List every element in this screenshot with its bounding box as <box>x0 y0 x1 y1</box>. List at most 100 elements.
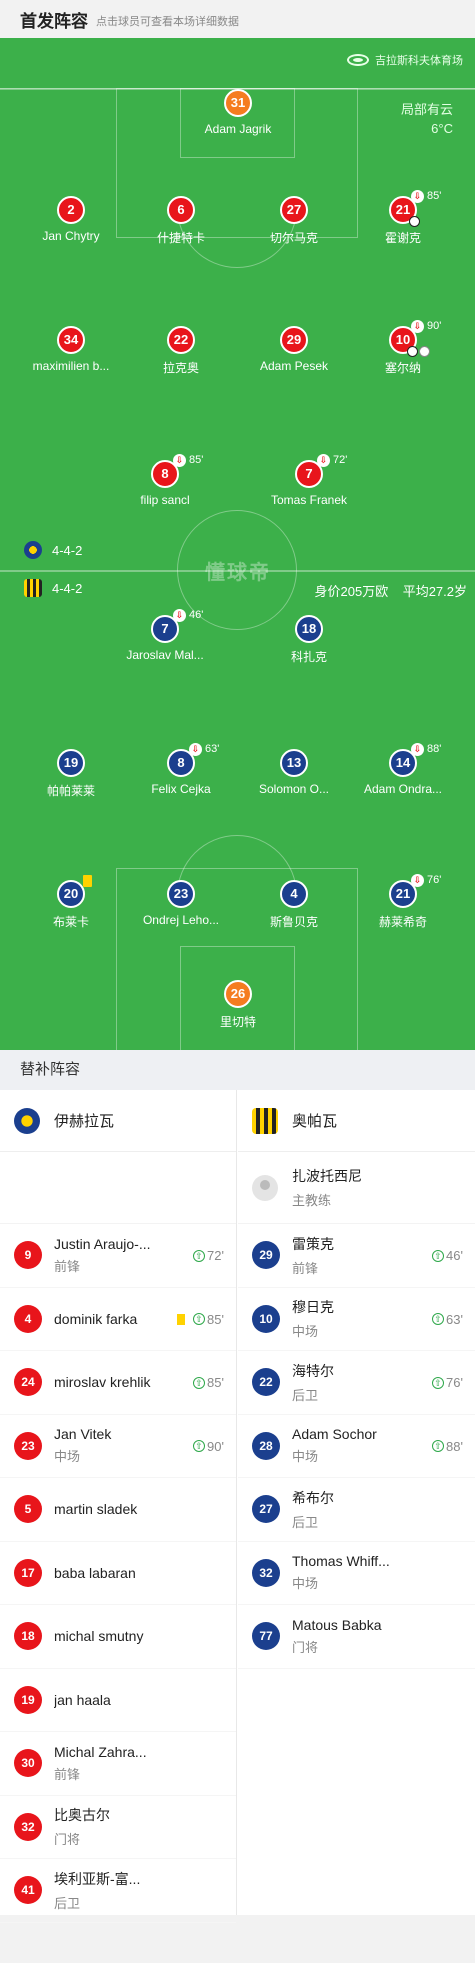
sub-in-time: ⇧ 63' <box>432 1312 463 1327</box>
sub-position: 前锋 <box>54 1766 81 1782</box>
header-hint: 点击球员可查看本场详细数据 <box>96 15 239 28</box>
sub-in-icon: ⇧ <box>432 1376 445 1389</box>
sub-number: 23 <box>14 1431 42 1460</box>
sub-name: martin sladek <box>54 1501 138 1518</box>
sub-in-time: ⇧ 46' <box>432 1248 463 1263</box>
sub-position: 中场 <box>292 1449 319 1465</box>
away-team-header: 奥帕瓦 <box>238 1090 475 1152</box>
page-header: 首发阵容 点击球员可查看本场详细数据 <box>0 0 475 38</box>
sub-info: 雷策克 前锋 <box>292 1234 402 1277</box>
sub-info: Jan Vitek 中场 <box>54 1426 164 1465</box>
away-player[interactable]: 21 ⇩ 76' 赫莱希奇 <box>338 874 468 930</box>
sub-minute: 85' <box>427 190 442 202</box>
sub-name: Michal Zahra... <box>54 1743 147 1760</box>
sub-name: Adam Sochor <box>292 1426 377 1443</box>
sub-minute: 63' <box>205 743 220 755</box>
away-coach-row[interactable]: 扎波托西尼 主教练 <box>238 1152 475 1224</box>
player-name: 霍谢克 <box>384 231 421 245</box>
sub-number: 10 <box>252 1304 280 1333</box>
player-name: 科扎克 <box>290 650 327 664</box>
away-player[interactable]: 8 ⇩ 63' Felix Cejka <box>116 743 246 796</box>
sub-info: Michal Zahra... 前锋 <box>54 1744 164 1783</box>
sub-player-row[interactable]: 29 雷策克 前锋 ⇧ 46' <box>238 1224 475 1288</box>
sub-player-row[interactable]: 41 埃利亚斯-富... 后卫 <box>0 1859 236 1923</box>
subs-section-title: 替补阵容 <box>0 1050 475 1090</box>
home-team-header: 伊赫拉瓦 <box>0 1090 236 1152</box>
player-number: 29 <box>280 326 308 354</box>
player-number-text: 8 <box>177 755 185 770</box>
player-number-text: 10 <box>395 332 411 347</box>
sub-number: 32 <box>252 1558 280 1587</box>
sub-info: jan haala <box>54 1692 164 1708</box>
coach-info: 扎波托西尼 主教练 <box>292 1166 362 1209</box>
sub-player-row[interactable]: 23 Jan Vitek 中场 ⇧ 90' <box>0 1415 236 1478</box>
goal-ball-icon <box>407 346 418 357</box>
sub-minute: 46' <box>189 609 204 621</box>
sub-number: 18 <box>14 1622 42 1651</box>
player-number-text: 21 <box>395 886 411 901</box>
sub-player-row[interactable]: 30 Michal Zahra... 前锋 <box>0 1732 236 1796</box>
sub-player-row[interactable]: 22 海特尔 后卫 ⇧ 76' <box>238 1351 475 1415</box>
sub-player-row[interactable]: 18 michal smutny <box>0 1605 236 1669</box>
sub-player-row[interactable]: 32 比奥古尔 门将 <box>0 1796 236 1859</box>
sub-out-icon: ⇩ <box>411 874 424 887</box>
sub-player-row[interactable]: 10 穆日克 中场 ⇧ 63' <box>238 1288 475 1351</box>
sub-in-icon: ⇧ <box>193 1313 206 1325</box>
sub-info: 比奥古尔 门将 <box>54 1805 164 1848</box>
player-number: 10 ⇩ 90' <box>389 320 441 357</box>
home-player[interactable]: 22 拉克奥 <box>116 326 246 376</box>
sub-position: 前锋 <box>54 1258 81 1274</box>
player-name: 里切特 <box>219 1015 256 1029</box>
home-player[interactable]: 8 ⇩ 85' filip sancl <box>100 454 230 507</box>
away-formation-row: 4-4-2 <box>24 579 82 597</box>
sub-player-row[interactable]: 28 Adam Sochor 中场 ⇧ 88' <box>238 1415 475 1478</box>
player-number: 8 ⇩ 85' <box>151 454 203 488</box>
away-player[interactable]: 18 科扎克 <box>244 615 374 665</box>
sub-in-time: ⇧ 76' <box>432 1375 463 1390</box>
sub-player-row[interactable]: 5 martin sladek <box>0 1478 236 1542</box>
home-player[interactable]: 21 ⇩ 85' 霍谢克 <box>338 190 468 246</box>
sub-in-time: ⇧ 85' <box>177 1312 224 1327</box>
sub-name: miroslav krehlik <box>54 1374 151 1391</box>
player-number: 2 <box>57 196 85 224</box>
sub-name: 埃利亚斯-富... <box>54 1870 141 1887</box>
home-subs-column: 伊赫拉瓦 9 Justin Araujo-... 前锋 ⇧ 72' 4 domin… <box>0 1090 237 1923</box>
home-player[interactable]: 10 ⇩ 90' 塞尔纳 <box>338 320 468 376</box>
home-player[interactable]: 6 什捷特卡 <box>116 196 246 246</box>
away-player[interactable]: 14 ⇩ 88' Adam Ondra... <box>338 743 468 796</box>
home-player[interactable]: 7 ⇩ 72' Tomas Franek <box>244 454 374 507</box>
player-number: 21 ⇩ 76' <box>389 874 441 908</box>
sub-name: Justin Araujo-... <box>54 1235 151 1252</box>
player-number: 4 <box>280 880 308 908</box>
sub-info: Justin Araujo-... 前锋 <box>54 1236 164 1275</box>
sub-in-minute: 85' <box>207 1375 224 1390</box>
away-crest-icon <box>24 579 42 597</box>
sub-in-minute: 88' <box>446 1438 463 1454</box>
sub-player-row[interactable]: 77 Matous Babka 门将 <box>238 1605 475 1669</box>
home-player[interactable]: 31 Adam Jagrik <box>173 89 303 136</box>
sub-out-icon: ⇩ <box>173 454 186 467</box>
sub-number: 30 <box>14 1749 42 1778</box>
player-number: 19 <box>57 749 85 777</box>
home-team-name: 伊赫拉瓦 <box>54 1113 115 1130</box>
sub-number: 9 <box>14 1241 42 1270</box>
sub-player-row[interactable]: 4 dominik farka ⇧ 85' <box>0 1288 236 1351</box>
sub-number: 77 <box>252 1622 280 1651</box>
away-subs-column: 奥帕瓦 扎波托西尼 主教练 29 雷策克 前锋 ⇧ 46' 10 穆日克 中场 ⇧… <box>238 1090 475 1915</box>
sub-name: dominik farka <box>54 1310 138 1327</box>
sub-player-row[interactable]: 27 希布尔 后卫 <box>238 1478 475 1542</box>
sub-minute: 85' <box>189 454 204 466</box>
sub-player-row[interactable]: 32 Thomas Whiff... 中场 <box>238 1542 475 1605</box>
sub-in-time: ⇧ 72' <box>193 1248 224 1263</box>
sub-player-row[interactable]: 19 jan haala <box>0 1669 236 1732</box>
sub-player-row[interactable]: 9 Justin Araujo-... 前锋 ⇧ 72' <box>0 1224 236 1288</box>
away-player[interactable]: 26 里切特 <box>173 980 303 1030</box>
sub-number: 29 <box>252 1241 280 1270</box>
sub-in-icon: ⇧ <box>432 1313 445 1325</box>
sub-minute: 72' <box>333 454 348 466</box>
sub-player-row[interactable]: 24 miroslav krehlik ⇧ 85' <box>0 1351 236 1415</box>
sub-player-row[interactable]: 17 baba labaran <box>0 1542 236 1605</box>
away-player[interactable]: 7 ⇩ 46' Jaroslav Mal... <box>100 609 230 662</box>
away-player[interactable]: 23 Ondrej Leho... <box>116 880 246 927</box>
sub-number: 27 <box>252 1495 280 1524</box>
